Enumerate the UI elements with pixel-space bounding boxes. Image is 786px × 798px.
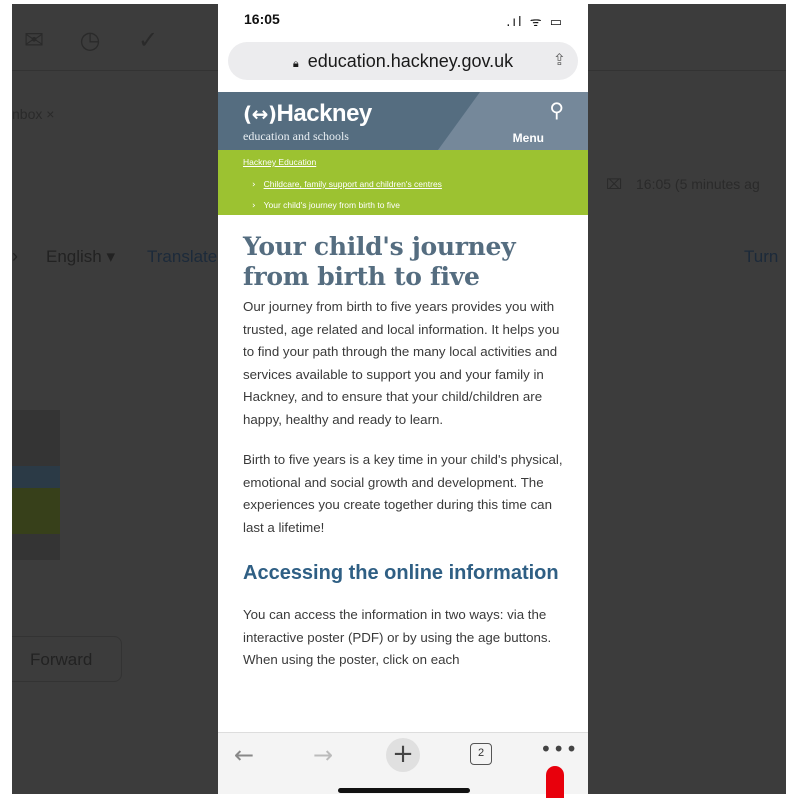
logo-mark-icon: (↔)	[243, 102, 277, 126]
new-tab-button[interactable]: +	[386, 738, 420, 772]
add-task-icon: ✓	[137, 26, 159, 54]
mail-icon: ✉	[23, 26, 45, 54]
forward-arrow-icon[interactable]: →	[313, 741, 333, 769]
back-arrow-icon[interactable]: ←	[234, 741, 254, 769]
forward-button[interactable]: Forward	[12, 636, 122, 682]
thumbnail-image	[12, 410, 60, 560]
url-text: education.hackney.gov.uk	[307, 51, 514, 71]
body-paragraph: Birth to five years is a key time in you…	[243, 452, 563, 535]
site-tagline: education and schools	[243, 129, 349, 143]
status-bar: 16:05 .ıl ᯤ ▭	[218, 4, 588, 40]
tab-count-button[interactable]: 2	[470, 743, 492, 765]
chevron-right-icon: ›	[252, 180, 256, 190]
site-header: (↔)Hackney education and schools ⚲ Menu	[218, 92, 588, 150]
browser-toolbar: ← → + 2 •••	[218, 732, 588, 794]
email-timestamp: 16:05 (5 minutes ag	[636, 176, 760, 192]
article: Your child's journey from birth to five …	[243, 232, 563, 690]
status-time: 16:05	[244, 11, 280, 27]
page-title: Your child's journey from birth to five	[243, 232, 516, 291]
search-icon[interactable]: ⚲	[549, 98, 564, 122]
chevron-right-icon: ›	[252, 201, 256, 211]
hackney-logo[interactable]: (↔)Hackney	[243, 100, 372, 128]
signal-wifi-battery-icons: .ıl ᯤ ▭	[506, 15, 564, 30]
phone-screen: 16:05 .ıl ᯤ ▭ 🔒︎ education.hackney.gov.u…	[218, 4, 588, 794]
breadcrumb: Hackney Education › Childcare, family sup…	[218, 150, 588, 215]
address-bar[interactable]: 🔒︎ education.hackney.gov.uk ⇪	[228, 42, 578, 80]
filter-chip[interactable]: nbox ×	[12, 106, 54, 122]
home-indicator[interactable]	[338, 788, 470, 793]
breadcrumb-current: › Your child's journey from birth to five	[252, 200, 401, 211]
section-heading: Accessing the online information	[243, 562, 559, 584]
forward-label: Forward	[30, 650, 93, 669]
intro-paragraph: Our journey from birth to five years pro…	[243, 299, 560, 427]
body-paragraph: You can access the information in two wa…	[243, 607, 552, 667]
lock-icon: 🔒︎	[292, 57, 299, 70]
menu-button[interactable]: Menu	[513, 131, 544, 145]
chevron-right-icon: ›	[12, 246, 18, 266]
attachment-icon: ⌧	[606, 176, 623, 192]
translate-link[interactable]: Translate	[147, 247, 217, 267]
turn-off-link[interactable]: Turn	[744, 247, 778, 267]
clock-icon: ◷	[79, 26, 101, 54]
more-options-icon[interactable]: •••	[540, 737, 578, 761]
breadcrumb-link[interactable]: › Childcare, family support and children'…	[252, 179, 442, 190]
language-select[interactable]: English ▾	[46, 247, 115, 267]
red-pointer-marker	[546, 766, 564, 798]
share-icon[interactable]: ⇪	[553, 50, 566, 69]
breadcrumb-link[interactable]: Hackney Education	[243, 157, 316, 167]
